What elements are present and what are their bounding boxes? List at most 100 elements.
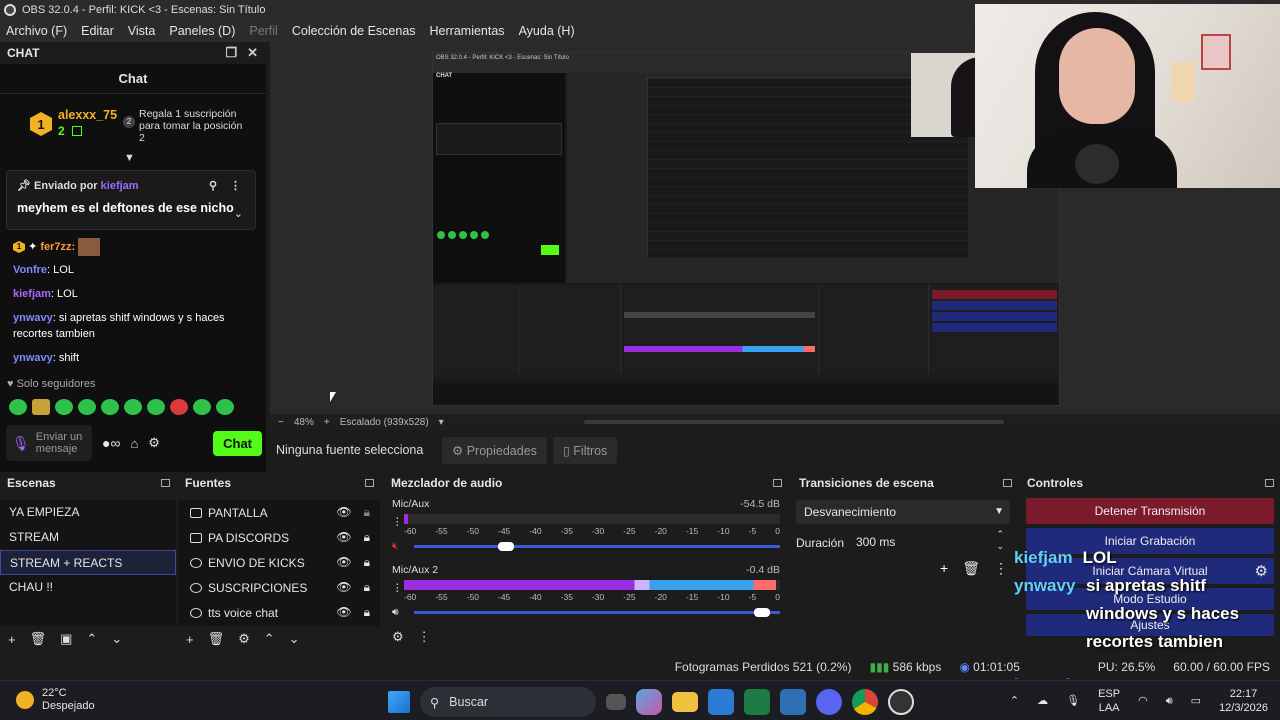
stepper-icon[interactable]: ⌃ ⌄ xyxy=(996,528,1004,552)
menu-coleccion[interactable]: Colección de Escenas xyxy=(292,24,416,38)
excel-icon[interactable] xyxy=(744,689,770,715)
mic-icon[interactable]: 🎙︎ xyxy=(1066,694,1080,708)
notepad-icon[interactable] xyxy=(708,689,734,715)
weather-widget[interactable]: 22°C Despejado xyxy=(16,687,95,713)
volume-knob[interactable] xyxy=(753,608,770,617)
chat-user[interactable]: ynwavy xyxy=(13,352,53,364)
emote[interactable] xyxy=(32,399,50,415)
close-icon[interactable]: ✕ xyxy=(247,45,258,61)
chat-input[interactable]: 🎙︎ Enviar un mensaje xyxy=(6,425,92,461)
horizontal-scrollbar[interactable] xyxy=(583,420,1004,424)
emote[interactable] xyxy=(170,399,188,415)
chevron-down-icon[interactable]: ▾ xyxy=(439,417,444,428)
mic-icon[interactable]: 🎙︎ xyxy=(12,436,30,450)
transition-select[interactable]: Desvanecimiento ▼ xyxy=(796,500,1010,524)
chat-user[interactable]: fer7zz xyxy=(40,241,71,253)
volume-slider[interactable] xyxy=(414,608,780,617)
menu-paneles[interactable]: Paneles (D) xyxy=(169,24,235,38)
chat-user[interactable]: kiefjam xyxy=(13,288,51,300)
file-explorer-icon[interactable] xyxy=(672,692,698,712)
advanced-audio-icon[interactable]: ⚙ xyxy=(392,629,404,645)
leader-user[interactable]: alexxx_75 xyxy=(58,108,117,122)
float-icon[interactable] xyxy=(1003,479,1012,487)
emote[interactable] xyxy=(55,399,73,415)
emote[interactable] xyxy=(193,399,211,415)
windows-app-icon[interactable] xyxy=(780,689,806,715)
lock-icon[interactable]: 🔒︎ xyxy=(364,555,370,570)
chevron-down-icon[interactable]: ▼ xyxy=(124,152,135,164)
scene-item[interactable]: STREAM xyxy=(0,525,176,550)
stop-stream-button[interactable]: Detener Transmisión xyxy=(1026,498,1274,524)
float-icon[interactable]: ❐ xyxy=(225,45,237,61)
pinned-user[interactable]: kiefjam xyxy=(101,180,139,192)
discord-icon[interactable] xyxy=(816,689,842,715)
float-icon[interactable] xyxy=(1265,479,1274,487)
language-indicator[interactable]: ESP LAA xyxy=(1098,687,1120,715)
more-icon[interactable]: ⋮ xyxy=(392,582,403,594)
obs-icon[interactable] xyxy=(888,689,914,715)
zoom-in-icon[interactable]: + xyxy=(324,417,330,428)
eye-icon[interactable]: 👁︎ xyxy=(336,580,351,595)
source-item[interactable]: ENVIO DE KICKS 👁︎ 🔒︎ xyxy=(178,550,380,575)
menu-ayuda[interactable]: Ayuda (H) xyxy=(519,24,575,38)
duration-input[interactable]: 300 ms ⌃ ⌄ xyxy=(848,528,1010,554)
speaker-icon[interactable]: 🔊︎ xyxy=(392,606,399,619)
clock[interactable]: 22:17 12/3/2026 xyxy=(1219,687,1268,715)
store-icon[interactable]: ⌂ xyxy=(130,436,138,451)
float-icon[interactable] xyxy=(365,479,374,487)
scene-item[interactable]: YA EMPIEZA xyxy=(0,500,176,525)
taskbar-search[interactable]: ⚲ Buscar xyxy=(420,687,596,717)
add-icon[interactable]: + xyxy=(940,560,948,577)
eye-icon[interactable]: 👁︎ xyxy=(336,505,351,520)
emote[interactable] xyxy=(78,399,96,415)
menu-vista[interactable]: Vista xyxy=(128,24,156,38)
pin-action-icon[interactable]: ⚲ xyxy=(209,179,217,192)
menu-herramientas[interactable]: Herramientas xyxy=(430,24,505,38)
move-up-icon[interactable]: ⌃ xyxy=(264,631,275,647)
muted-speaker-icon[interactable]: 🔇︎ xyxy=(392,540,399,553)
gear-icon[interactable]: ⚙ xyxy=(238,631,250,647)
menu-editar[interactable]: Editar xyxy=(81,24,114,38)
filter-icon[interactable]: ▣ xyxy=(60,631,72,647)
wifi-icon[interactable]: ◠ xyxy=(1138,694,1148,708)
move-up-icon[interactable]: ⌃ xyxy=(86,631,97,647)
emote[interactable] xyxy=(101,399,119,415)
properties-button[interactable]: ⚙ Propiedades xyxy=(442,436,547,464)
copilot-icon[interactable] xyxy=(636,689,662,715)
zoom-out-icon[interactable]: − xyxy=(278,417,284,428)
volume-slider[interactable] xyxy=(414,542,780,551)
source-item[interactable]: SUSCRIPCIONES 👁︎ 🔒︎ xyxy=(178,575,380,600)
more-icon[interactable]: ⋮ xyxy=(418,629,431,645)
lock-icon[interactable]: 🔒︎ xyxy=(364,605,370,620)
float-icon[interactable] xyxy=(773,479,782,487)
move-down-icon[interactable]: ⌄ xyxy=(289,631,300,647)
trash-icon[interactable]: 🗑︎ xyxy=(962,560,980,577)
volume-knob[interactable] xyxy=(497,542,514,551)
source-item[interactable]: PANTALLA 👁︎ 🔒︎ xyxy=(178,500,380,525)
windows-start-icon[interactable] xyxy=(388,691,410,713)
scene-item[interactable]: STREAM + REACTS xyxy=(0,550,176,575)
scene-item[interactable]: CHAU !! xyxy=(0,575,176,600)
eye-icon[interactable]: 👁︎ xyxy=(336,530,351,545)
menu-archivo[interactable]: Archivo (F) xyxy=(6,24,67,38)
lock-icon[interactable]: 🔒︎ xyxy=(364,530,370,545)
source-item[interactable]: tts voice chat 👁︎ 🔒︎ xyxy=(178,600,380,625)
add-icon[interactable]: + xyxy=(8,632,16,647)
gear-icon[interactable]: ⚙ xyxy=(148,435,160,451)
emoji-icon[interactable]: ●∞ xyxy=(102,435,120,451)
chevron-down-icon[interactable]: ⌄ xyxy=(234,207,243,220)
send-chat-button[interactable]: Chat xyxy=(213,430,262,456)
cloud-icon[interactable]: ☁ xyxy=(1037,694,1048,708)
lock-icon[interactable]: 🔒︎ xyxy=(364,580,370,595)
chrome-icon[interactable] xyxy=(852,689,878,715)
add-icon[interactable]: + xyxy=(186,632,194,647)
chevron-up-icon[interactable]: ⌃ xyxy=(1010,694,1019,708)
source-item[interactable]: PA DISCORDS 👁︎ 🔒︎ xyxy=(178,525,380,550)
menu-perfil[interactable]: Perfil xyxy=(249,24,277,38)
move-down-icon[interactable]: ⌄ xyxy=(111,631,122,647)
more-icon[interactable]: ⋮ xyxy=(230,179,241,192)
emote[interactable] xyxy=(147,399,165,415)
emote[interactable] xyxy=(216,399,234,415)
chat-user[interactable]: Vonfre xyxy=(13,264,47,276)
eye-icon[interactable]: 👁︎ xyxy=(336,555,351,570)
